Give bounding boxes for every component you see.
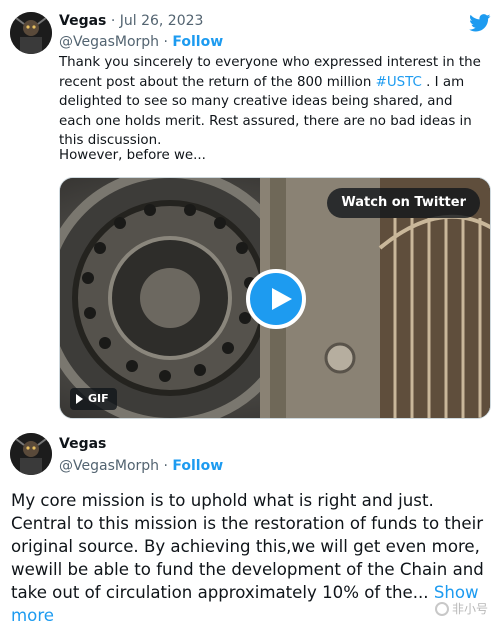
gif-label: GIF	[88, 392, 109, 405]
author-name[interactable]: Vegas	[59, 436, 106, 452]
tweet-text-part: My core mission is to uphold what is rig…	[11, 491, 484, 602]
hashtag-link[interactable]: #USTC	[376, 75, 422, 90]
tweet-card-1: Vegas · Jul 26, 2023 @VegasMorph · Follo…	[0, 0, 494, 429]
avatar[interactable]	[10, 433, 52, 475]
watch-on-twitter-button[interactable]: Watch on Twitter	[327, 188, 480, 218]
play-triangle-icon	[76, 394, 83, 404]
gif-badge: GIF	[70, 388, 117, 410]
watermark-text: 非小号	[451, 602, 488, 616]
twitter-bird-icon[interactable]	[469, 14, 491, 32]
handle-separator: ·	[159, 34, 173, 50]
follow-button[interactable]: Follow	[172, 34, 223, 50]
play-button[interactable]	[246, 269, 306, 329]
author-name[interactable]: Vegas	[59, 13, 106, 29]
tweet-card-2: Vegas @VegasMorph · Follow My core missi…	[0, 428, 494, 625]
author-line: Vegas · Jul 26, 2023	[59, 13, 203, 29]
handle-line: @VegasMorph · Follow	[59, 458, 223, 474]
handle-line: @VegasMorph · Follow	[59, 34, 223, 50]
avatar[interactable]	[10, 12, 52, 54]
watermark: 非小号	[434, 600, 488, 617]
tweet-date[interactable]: Jul 26, 2023	[120, 13, 204, 29]
tweet-text: Thank you sincerely to everyone who expr…	[59, 53, 489, 151]
video-media[interactable]: Watch on Twitter GIF	[59, 177, 491, 419]
author-handle[interactable]: @VegasMorph	[59, 34, 159, 50]
author-handle[interactable]: @VegasMorph	[59, 458, 159, 474]
tweet-truncated-text: However, before we...	[59, 148, 206, 163]
author-line: Vegas	[59, 436, 106, 452]
handle-separator: ·	[159, 458, 173, 474]
follow-button[interactable]: Follow	[172, 458, 223, 474]
tweet-text: My core mission is to uphold what is rig…	[11, 489, 493, 627]
separator-dot: ·	[110, 13, 116, 29]
watermark-logo-icon	[434, 601, 449, 616]
